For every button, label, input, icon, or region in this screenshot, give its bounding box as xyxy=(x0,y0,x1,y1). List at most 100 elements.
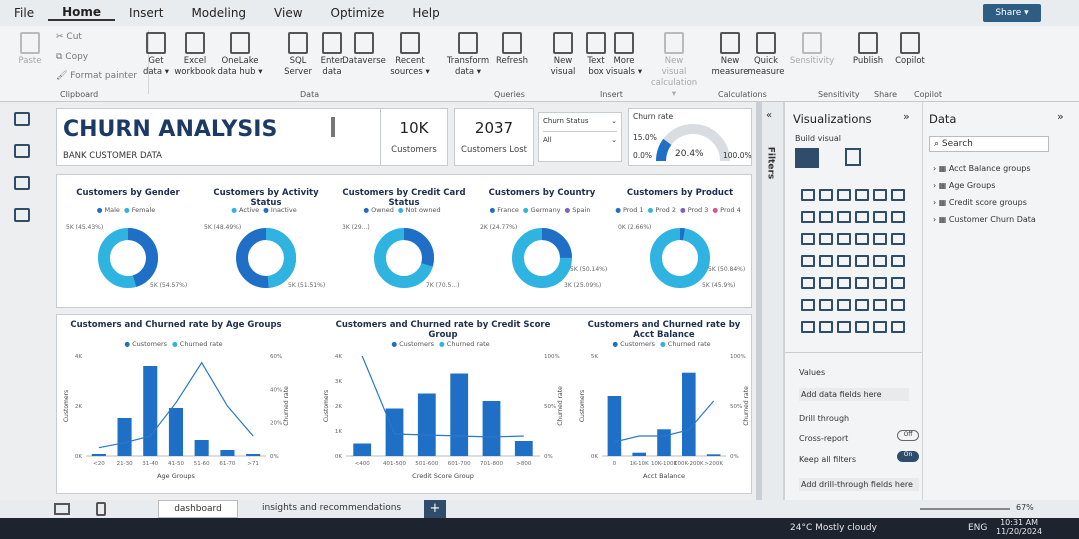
visual-type-icon[interactable] xyxy=(873,299,887,311)
visual-type-icon[interactable] xyxy=(837,189,851,201)
visual-type-icon[interactable] xyxy=(801,189,815,201)
add-page-button[interactable]: + xyxy=(424,500,446,518)
language[interactable]: ENG xyxy=(968,523,987,533)
donut-chart[interactable]: Customers by Product ● Prod 1 ● Prod 2 ● Pr… xyxy=(612,182,748,302)
monitor-icon[interactable] xyxy=(54,503,70,515)
keep-filters-toggle[interactable]: On xyxy=(897,451,919,462)
visual-type-icon[interactable] xyxy=(819,211,833,223)
menu-modeling[interactable]: Modeling xyxy=(177,6,260,20)
visual-type-icon[interactable] xyxy=(855,211,869,223)
bar[interactable] xyxy=(607,396,622,456)
visual-type-icon[interactable] xyxy=(801,299,815,311)
collapse-icon[interactable]: » xyxy=(903,110,910,123)
bar[interactable] xyxy=(220,450,235,456)
donut-chart[interactable]: Customers by Country ● France ● Germany ● S… xyxy=(474,182,610,302)
bar[interactable] xyxy=(682,372,696,456)
visual-type-icon[interactable] xyxy=(873,255,887,267)
menu-home[interactable]: Home xyxy=(48,5,116,21)
report-view-icon[interactable] xyxy=(14,112,30,126)
visual-type-icon[interactable] xyxy=(819,277,833,289)
visual-type-icon[interactable] xyxy=(801,277,815,289)
donut-chart[interactable]: Customers by Activity Status ● Active ● In… xyxy=(198,182,334,302)
mobile-icon[interactable] xyxy=(96,502,106,516)
menu-optimize[interactable]: Optimize xyxy=(317,6,399,20)
drill-through-well[interactable]: Add drill-through fields here xyxy=(799,478,919,491)
ribbon-button[interactable]: Recent sources ▾ xyxy=(387,30,433,78)
format-painter-button[interactable]: 🖌 Format painter xyxy=(56,71,137,81)
field-table[interactable]: › ▦ Customer Churn Data xyxy=(933,215,1036,224)
kpi-customers[interactable]: 10K Customers xyxy=(380,108,448,166)
tab-dashboard[interactable]: dashboard xyxy=(158,500,238,518)
visual-type-icon[interactable] xyxy=(891,277,905,289)
field-table[interactable]: › ▦ Credit score groups xyxy=(933,198,1036,207)
filters-pane-collapsed[interactable]: « Filters xyxy=(762,102,784,500)
values-well[interactable]: Add data fields here xyxy=(799,388,909,401)
cut-button[interactable]: ✂ Cut xyxy=(56,32,82,42)
kpi-customers-lost[interactable]: 2037 Customers Lost xyxy=(454,108,534,166)
zoom-slider[interactable] xyxy=(920,508,1010,510)
visual-type-icon[interactable] xyxy=(891,211,905,223)
visual-type-icon[interactable] xyxy=(855,321,869,333)
visual-type-icon[interactable] xyxy=(891,233,905,245)
visual-type-icon[interactable] xyxy=(837,233,851,245)
menu-view[interactable]: View xyxy=(260,6,316,20)
visual-type-icon[interactable] xyxy=(873,277,887,289)
visual-type-icon[interactable] xyxy=(855,277,869,289)
bar[interactable] xyxy=(632,452,646,456)
ribbon-button[interactable]: Quick measure xyxy=(743,30,789,78)
combo-chart[interactable]: Customers and Churned rate by Acct Balan… xyxy=(576,316,752,492)
bar[interactable] xyxy=(482,401,501,456)
visual-type-icon[interactable] xyxy=(855,233,869,245)
bar[interactable] xyxy=(194,440,209,456)
churn-rate-gauge[interactable]: Churn rate 15.0% 0.0% 20.4% 100.0% xyxy=(628,108,752,166)
visual-type-icon[interactable] xyxy=(891,299,905,311)
visual-type-icon[interactable] xyxy=(819,233,833,245)
ribbon-button[interactable]: Publish xyxy=(845,30,891,67)
bar[interactable] xyxy=(143,366,158,456)
visual-type-icon[interactable] xyxy=(873,189,887,201)
weather[interactable]: 24°C Mostly cloudy xyxy=(790,523,877,533)
visual-type-icon[interactable] xyxy=(855,255,869,267)
ribbon-button[interactable]: Sensitivity xyxy=(789,30,835,67)
build-visual-tab[interactable] xyxy=(795,148,819,168)
visual-type-icon[interactable] xyxy=(819,189,833,201)
menu-insert[interactable]: Insert xyxy=(115,6,177,20)
donut-slice[interactable] xyxy=(650,228,710,288)
ribbon-button[interactable]: More visuals ▾ xyxy=(601,30,647,78)
visual-type-icon[interactable] xyxy=(873,321,887,333)
format-visual-tab[interactable] xyxy=(845,148,861,166)
bar[interactable] xyxy=(168,408,183,456)
visual-type-icon[interactable] xyxy=(837,277,851,289)
copy-button[interactable]: ⧉ Copy xyxy=(56,52,88,62)
bar[interactable] xyxy=(91,454,106,456)
visual-type-icon[interactable] xyxy=(801,211,815,223)
visual-type-icon[interactable] xyxy=(801,233,815,245)
visual-type-icon[interactable] xyxy=(801,255,815,267)
ribbon-button[interactable]: Dataverse xyxy=(341,30,387,67)
clock[interactable]: 10:31 AM 11/20/2024 xyxy=(996,518,1042,536)
model-view-icon[interactable] xyxy=(14,176,30,190)
ribbon-button[interactable]: Copilot xyxy=(887,30,933,67)
ribbon-button[interactable]: New visual calculation ▾ xyxy=(651,30,697,100)
visual-type-icon[interactable] xyxy=(837,299,851,311)
menu-help[interactable]: Help xyxy=(398,6,453,20)
table-view-icon[interactable] xyxy=(14,144,30,158)
bar[interactable] xyxy=(117,418,132,456)
churn-status-slicer[interactable]: Churn Status ⌄ All ⌄ xyxy=(538,112,622,162)
churned-rate-line[interactable] xyxy=(614,400,715,443)
cross-report-toggle[interactable]: Off xyxy=(897,430,919,441)
visual-type-icon[interactable] xyxy=(819,299,833,311)
bar[interactable] xyxy=(657,429,671,456)
ribbon-button[interactable]: Excel workbook xyxy=(172,30,218,78)
bar[interactable] xyxy=(450,373,469,457)
donut-chart[interactable]: Customers by Credit Card Status ● Owned ● … xyxy=(336,182,472,302)
visual-type-icon[interactable] xyxy=(873,233,887,245)
bar[interactable] xyxy=(706,454,721,456)
bar[interactable] xyxy=(246,454,261,456)
visual-type-icon[interactable] xyxy=(891,321,905,333)
share-button[interactable]: Share ▾ xyxy=(983,4,1041,22)
combo-chart[interactable]: Customers and Churned rate by Credit Sco… xyxy=(320,316,566,492)
visual-type-icon[interactable] xyxy=(891,255,905,267)
menu-file[interactable]: File xyxy=(0,6,48,20)
bar[interactable] xyxy=(417,393,436,457)
